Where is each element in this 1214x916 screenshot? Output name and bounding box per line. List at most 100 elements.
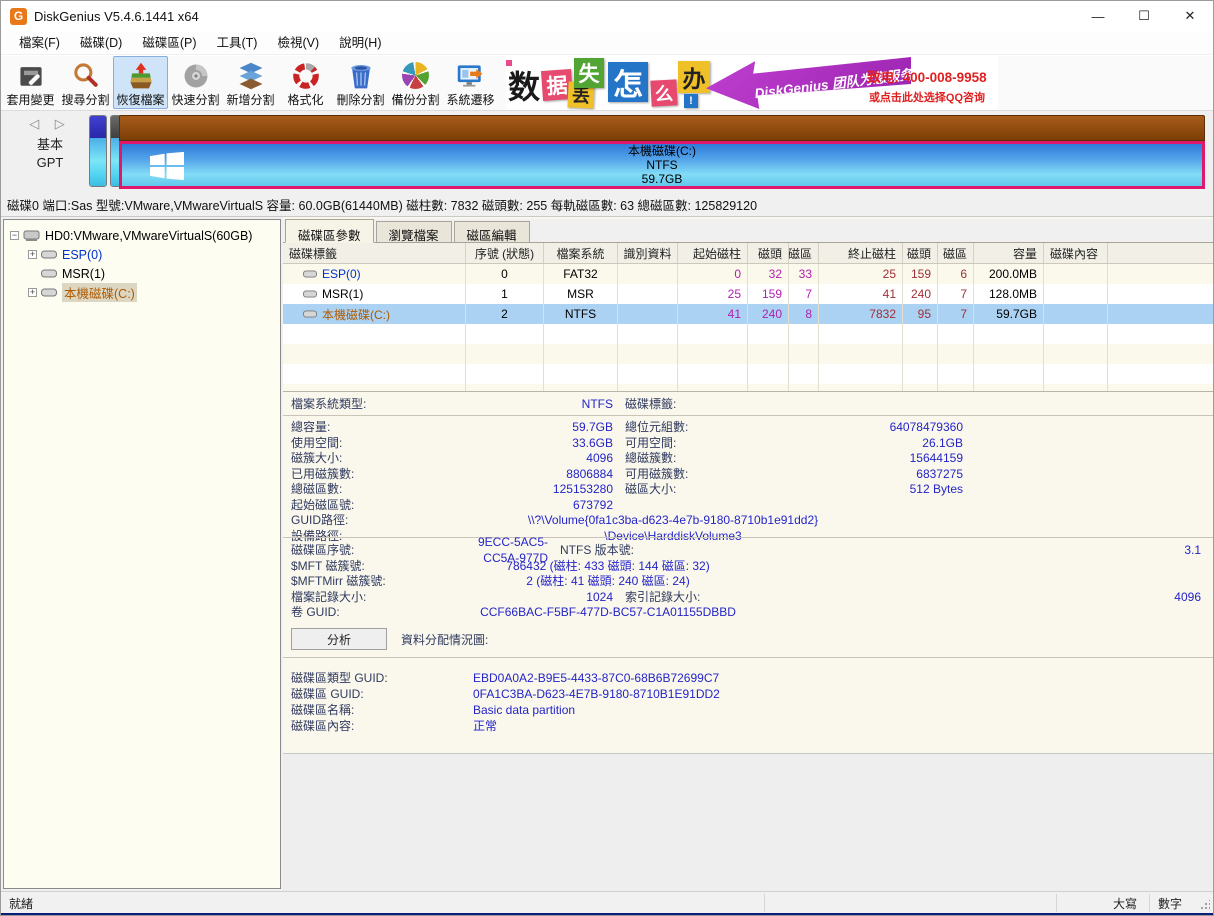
banner-qq-link[interactable]: 或点击此处选择QQ咨询: [858, 89, 996, 105]
tree-item-label: 本機磁碟(C:): [62, 283, 137, 302]
partition-bar-esp[interactable]: [89, 115, 107, 187]
ntfs-version-value: 3.1: [668, 543, 1214, 559]
status-capslock: 大寫: [1113, 895, 1137, 912]
table-row-c-drive-selected[interactable]: 本機磁碟(C:) 2 NTFS 41 240 8 7832 95 7 59.7G…: [283, 304, 1214, 324]
index-size-label: 索引記錄大小:: [613, 590, 785, 606]
disk-nav-arrows[interactable]: ◁ ▷: [19, 116, 81, 132]
table-row-empty: [283, 384, 1214, 391]
serial-label: 磁碟區序號:: [283, 543, 443, 559]
quick-partition-button[interactable]: 快速分割: [168, 56, 223, 109]
mft-label: $MFT 磁簇號:: [283, 559, 443, 575]
tree-item-hd0[interactable]: − HD0:VMware,VMwareVirtualS(60GB): [4, 226, 280, 245]
tree-item-esp[interactable]: + ESP(0): [4, 245, 280, 264]
banner-phone: 致电: 400-008-9958: [858, 66, 996, 86]
partition-icon: [41, 288, 57, 297]
disk-bar-panel: ◁ ▷ 基本 GPT 本機磁碟(C:) NTFS 59.7GB: [1, 111, 1213, 193]
maximize-button[interactable]: ☐: [1121, 1, 1167, 31]
mftmirr-value: 2 (磁柱: 41 磁頭: 240 磁區: 24): [443, 574, 773, 590]
detail-pane: 磁碟區參數 瀏覽檔案 磁區編輯 磁碟標籤 序號 (狀態) 檔案系統 識別資料 起…: [283, 217, 1214, 891]
apply-changes-button[interactable]: 套用變更: [3, 56, 58, 109]
status-bar: 就緒 大寫 數字: [1, 891, 1213, 913]
detail-value: 6837275: [785, 467, 963, 483]
menu-view[interactable]: 檢視(V): [267, 32, 329, 54]
record-size-label: 檔案記錄大小:: [283, 590, 443, 606]
close-button[interactable]: ✕: [1167, 1, 1213, 31]
detail-label: 總磁簇數:: [613, 451, 785, 467]
quick-partition-icon: [179, 60, 213, 91]
detail-value: 4096: [443, 451, 613, 467]
detail-value: 8806884: [443, 467, 613, 483]
analyze-button[interactable]: 分析: [291, 628, 387, 650]
menu-help[interactable]: 說明(H): [329, 32, 391, 54]
resize-grip[interactable]: [1200, 900, 1210, 910]
menu-disk[interactable]: 磁碟(D): [70, 32, 132, 54]
menu-partition[interactable]: 磁碟區(P): [132, 32, 206, 54]
guid-path-label: GUID路徑:: [283, 513, 443, 529]
partition-icon: [303, 290, 317, 298]
mft-value: 786432 (磁柱: 433 磁頭: 144 磁區: 32): [443, 559, 773, 575]
ad-banner[interactable]: 数 据 丢 失 怎 么 办 ! DiskGenius 团队为您服务 致电: 40…: [506, 56, 998, 110]
tab-partition-params[interactable]: 磁碟區參數: [285, 219, 374, 243]
menu-tools[interactable]: 工具(T): [207, 32, 268, 54]
partition-tree: − HD0:VMware,VMwareVirtualS(60GB) + ESP(…: [3, 219, 281, 889]
banner-tile: 失: [574, 58, 604, 88]
system-migration-button[interactable]: 系統遷移: [443, 56, 498, 109]
volume-guid-value: CCF66BAC-F5BF-477D-BC57-C1A01155DBBD: [443, 605, 773, 621]
detail-label: 磁簇大小:: [283, 451, 443, 467]
format-button[interactable]: 格式化: [278, 56, 333, 109]
tree-item-c-drive[interactable]: + 本機磁碟(C:): [4, 283, 280, 302]
expand-icon[interactable]: +: [28, 288, 37, 297]
volume-guid-label: 卷 GUID:: [283, 605, 443, 621]
recover-files-icon: [124, 60, 158, 91]
detail-label: 總磁區數:: [283, 482, 443, 498]
disk-icon: [23, 230, 40, 242]
backup-partition-button[interactable]: 備份分割: [388, 56, 443, 109]
partition-fs: NTFS: [646, 158, 677, 172]
toolbar-button-label: 刪除分割: [336, 91, 384, 108]
tab-sector-edit[interactable]: 磁區編輯: [454, 221, 530, 242]
toolbar-button-label: 快速分割: [171, 91, 219, 108]
recover-files-button[interactable]: 恢復檔案: [113, 56, 168, 109]
status-numlock: 數字: [1158, 895, 1182, 912]
app-icon: G: [10, 8, 27, 25]
delete-partition-button[interactable]: 刪除分割: [333, 56, 388, 109]
apply-changes-icon: [14, 60, 48, 91]
search-partition-button[interactable]: 搜尋分割: [58, 56, 113, 109]
detail-label: 可用空間:: [613, 436, 785, 452]
table-header-row: 磁碟標籤 序號 (狀態) 檔案系統 識別資料 起始磁柱 磁頭 磁區 終止磁柱 磁…: [283, 243, 1214, 264]
toolbar: 套用變更 搜尋分割 恢復檔案 快速分割: [1, 56, 1213, 111]
guid-path-value: \\?\Volume{0fa1c3ba-d623-4e7b-9180-8710b…: [443, 513, 903, 529]
toolbar-button-label: 新增分割: [226, 91, 274, 108]
minimize-button[interactable]: —: [1075, 1, 1121, 31]
tab-bar: 磁碟區參數 瀏覽檔案 磁區編輯: [283, 219, 1214, 243]
status-ready: 就緒: [9, 895, 33, 912]
toolbar-button-label: 格式化: [287, 91, 323, 108]
backup-partition-icon: [399, 60, 433, 91]
record-size-value: 1024: [443, 590, 613, 606]
disk-scheme-label: GPT: [19, 155, 81, 170]
part-guid-label: 磁碟區 GUID:: [283, 686, 473, 702]
partition-table: 磁碟標籤 序號 (狀態) 檔案系統 識別資料 起始磁柱 磁頭 磁區 終止磁柱 磁…: [283, 243, 1214, 391]
toolbar-button-label: 系統遷移: [446, 91, 494, 108]
partition-name: 本機磁碟(C:): [628, 144, 696, 158]
allocation-map-label: 資料分配情況圖:: [401, 631, 488, 648]
partition-bar-c[interactable]: 本機磁碟(C:) NTFS 59.7GB: [119, 115, 1205, 189]
vol-label-label: 磁碟標籤:: [613, 397, 785, 413]
partition-icon: [41, 269, 57, 278]
expand-icon[interactable]: +: [28, 250, 37, 259]
menu-file[interactable]: 檔案(F): [9, 32, 70, 54]
collapse-icon[interactable]: −: [10, 231, 19, 240]
tab-browse-files[interactable]: 瀏覽檔案: [376, 221, 452, 242]
detail-value: 673792: [443, 498, 613, 514]
detail-value: 125153280: [443, 482, 613, 498]
tree-item-msr[interactable]: MSR(1): [4, 264, 280, 283]
partition-guid-section: 磁碟區類型 GUID:EBD0A0A2-B9E5-4433-87C0-68B6B…: [283, 657, 1214, 753]
toolbar-button-label: 套用變更: [6, 91, 54, 108]
table-row-esp[interactable]: ESP(0) 0 FAT32 0 32 33 25 159 6 200.0MB: [283, 264, 1214, 284]
table-row-msr[interactable]: MSR(1) 1 MSR 25 159 7 41 240 7 128.0MB: [283, 284, 1214, 304]
detail-value: 59.7GB: [443, 420, 613, 436]
format-icon: [289, 60, 323, 91]
selected-partition-box[interactable]: 本機磁碟(C:) NTFS 59.7GB: [119, 141, 1205, 189]
title-bar: G DiskGenius V5.4.6.1441 x64 — ☐ ✕: [1, 1, 1213, 31]
new-partition-button[interactable]: 新增分割: [223, 56, 278, 109]
